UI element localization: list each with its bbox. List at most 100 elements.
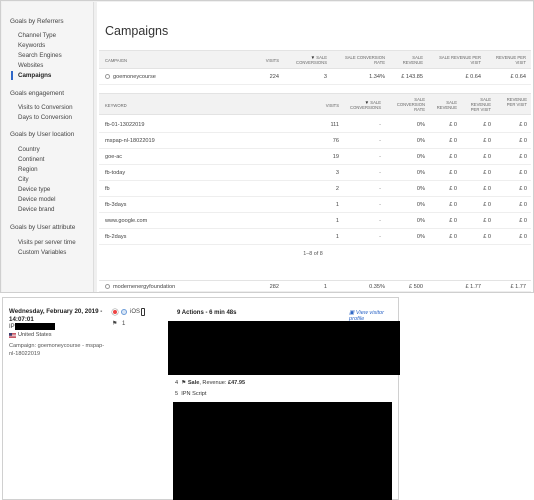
cell-keyword: fb-01-13022019 xyxy=(105,122,145,128)
table-row[interactable]: mspap-nl-18022019 76 - 0% £ 0 £ 0 £ 0 xyxy=(99,133,531,149)
table-row[interactable]: fb-3days 1 - 0% £ 0 £ 0 £ 0 xyxy=(99,197,531,213)
sidebar-item-campaigns[interactable]: Campaigns xyxy=(18,72,51,79)
cell-revenue-per-visit: £ 1.77 xyxy=(510,284,526,290)
pagination-label: 1–8 of 8 xyxy=(303,251,323,257)
col-sale-revenue-per-visit[interactable]: SALE REVENUE PER VISIT xyxy=(431,55,481,65)
table-row[interactable]: fb-today 3 - 0% £ 0 £ 0 £ 0 xyxy=(99,165,531,181)
cell-sale-revenue: £ 0 xyxy=(449,218,457,224)
col-revenue-per-visit[interactable]: REVENUE PER VISIT xyxy=(497,97,527,107)
sidebar-item-days-to-conversion[interactable]: Days to Conversion xyxy=(18,114,72,121)
campaign-globe-icon xyxy=(105,284,110,289)
sidebar-item-channel-type[interactable]: Channel Type xyxy=(18,32,56,39)
cell-conversion-rate: 0% xyxy=(416,122,425,128)
table-row[interactable]: modernenergyfoundation 282 1 0.35% £ 500… xyxy=(99,280,531,292)
cell-sale-revenue-per-visit: £ 0 xyxy=(483,234,491,240)
sidebar-item-device-type[interactable]: Device type xyxy=(18,186,50,193)
col-visits[interactable]: VISITS xyxy=(317,103,339,108)
cell-keyword: mspap-nl-18022019 xyxy=(105,138,155,144)
cell-visits: 3 xyxy=(335,170,339,176)
cell-revenue-per-visit: £ 0 xyxy=(519,122,527,128)
cell-sale-revenue-per-visit: £ 0 xyxy=(483,138,491,144)
us-flag-icon xyxy=(9,333,16,338)
visitor-log-entry: Wednesday, February 20, 2019 - 14:07:01 … xyxy=(2,297,400,500)
col-keyword[interactable]: KEYWORD xyxy=(105,103,127,108)
cell-visits: 19 xyxy=(332,154,339,160)
campaign-table-header: CAMPAIGN VISITS ▼ SALE CONVERSIONS SALE … xyxy=(99,50,531,69)
cell-revenue-per-visit: £ 0 xyxy=(519,170,527,176)
col-sale-revenue[interactable]: SALE REVENUE xyxy=(433,100,457,110)
sidebar-group-user-attribute: Goals by User attribute xyxy=(10,224,76,231)
cell-keyword: fb-today xyxy=(105,170,126,176)
cell-revenue-per-visit: £ 0 xyxy=(519,234,527,240)
sidebar-item-keywords[interactable]: Keywords xyxy=(18,42,45,49)
actions-summary: 9 Actions - 6 min 48s xyxy=(177,310,237,316)
sidebar-item-websites[interactable]: Websites xyxy=(18,62,43,69)
sidebar-item-device-model[interactable]: Device model xyxy=(18,196,56,203)
cell-conversion-rate: 1.34% xyxy=(369,74,385,80)
sidebar-item-device-brand[interactable]: Device brand xyxy=(18,206,54,213)
col-revenue-per-visit[interactable]: REVENUE PER VISIT xyxy=(491,55,526,65)
cell-conversion-rate: 0% xyxy=(416,234,425,240)
sidebar-item-search-engines[interactable]: Search Engines xyxy=(18,52,62,59)
cell-sale-revenue-per-visit: £ 0 xyxy=(483,202,491,208)
sidebar-item-visits-per-server-time[interactable]: Visits per server time xyxy=(18,239,76,246)
cell-sale-conversions: - xyxy=(379,234,381,240)
col-sale-conversion-rate[interactable]: SALE CONVERSION RATE xyxy=(389,97,425,112)
sidebar-group-location: Goals by User location xyxy=(10,131,75,138)
col-sale-revenue[interactable]: SALE REVENUE xyxy=(393,55,423,65)
visit-datetime: Wednesday, February 20, 2019 - 14:07:01 xyxy=(9,308,103,323)
table-row[interactable]: fb-2days 1 - 0% £ 0 £ 0 £ 0 xyxy=(99,229,531,245)
cell-revenue-per-visit: £ 0 xyxy=(519,186,527,192)
col-visits[interactable]: VISITS xyxy=(257,58,279,63)
goal-flag-icon: ⚑ xyxy=(112,321,118,327)
ip-label: IP xyxy=(9,324,15,330)
cell-sale-revenue: £ 0 xyxy=(449,202,457,208)
redacted-actions-block xyxy=(168,321,400,375)
active-indicator xyxy=(11,71,13,80)
referrer-campaign: Campaign: goemoneycourse - mspap-nl-1802… xyxy=(9,343,105,357)
col-sale-conversion-rate[interactable]: SALE CONVERSION RATE xyxy=(335,55,385,65)
sidebar-group-engagement: Goals engagement xyxy=(10,90,65,97)
report-main: Campaigns CAMPAIGN VISITS ▼ SALE CONVERS… xyxy=(97,2,533,292)
table-row[interactable]: goe-ac 19 - 0% £ 0 £ 0 £ 0 xyxy=(99,149,531,165)
table-row[interactable]: www.google.com 1 - 0% £ 0 £ 0 £ 0 xyxy=(99,213,531,229)
sidebar-item-country[interactable]: Country xyxy=(18,146,40,153)
sidebar-item-continent[interactable]: Continent xyxy=(18,156,45,163)
sidebar-item-region[interactable]: Region xyxy=(18,166,38,173)
col-campaign[interactable]: CAMPAIGN xyxy=(105,58,127,63)
os-icon xyxy=(121,309,127,315)
redacted-actions-block xyxy=(173,402,392,500)
cell-keyword: fb-3days xyxy=(105,202,127,208)
cell-visits: 1 xyxy=(335,234,339,240)
cell-keyword: fb xyxy=(105,186,110,192)
sidebar-item-city[interactable]: City xyxy=(18,176,29,183)
cell-conversion-rate: 0% xyxy=(416,154,425,160)
table-row[interactable]: fb 2 - 0% £ 0 £ 0 £ 0 xyxy=(99,181,531,197)
cell-sale-revenue: £ 0 xyxy=(449,186,457,192)
col-sale-conversions[interactable]: ▼ SALE CONVERSIONS xyxy=(285,55,327,65)
sidebar-item-custom-variables[interactable]: Custom Variables xyxy=(18,249,66,256)
goal-count: 1 xyxy=(122,321,126,327)
col-sale-revenue-per-visit[interactable]: SALE REVENUE PER VISIT xyxy=(461,97,491,112)
cell-sale-revenue: £ 0 xyxy=(449,138,457,144)
cell-visits: 224 xyxy=(269,74,279,80)
cell-keyword: www.google.com xyxy=(105,218,148,224)
campaign-name: goemoneycourse xyxy=(105,74,156,80)
cell-sale-revenue-per-visit: £ 0 xyxy=(483,170,491,176)
cell-visits: 111 xyxy=(330,122,339,128)
cell-sale-conversions: 1 xyxy=(323,284,327,290)
page-title: Campaigns xyxy=(105,24,169,38)
country-label: United States xyxy=(18,332,52,338)
cell-revenue-per-visit: £ 0 xyxy=(519,218,527,224)
col-sale-conversions[interactable]: ▼ SALE CONVERSIONS xyxy=(345,100,381,110)
cell-sale-revenue: £ 143.85 xyxy=(401,74,423,80)
table-row[interactable]: fb-01-13022019 111 - 0% £ 0 £ 0 £ 0 xyxy=(99,117,531,133)
cell-sale-conversions: 3 xyxy=(323,74,327,80)
cell-revenue-per-visit: £ 0 xyxy=(519,154,527,160)
sidebar-item-visits-to-conversion[interactable]: Visits to Conversion xyxy=(18,104,73,111)
cell-visits: 282 xyxy=(269,284,279,290)
cell-keyword: goe-ac xyxy=(105,154,123,160)
table-row[interactable]: goemoneycourse 224 3 1.34% £ 143.85 £ 0.… xyxy=(99,69,531,85)
action-ipn-script: 5 IPN Script xyxy=(175,391,207,397)
cell-sale-revenue: £ 0 xyxy=(449,170,457,176)
